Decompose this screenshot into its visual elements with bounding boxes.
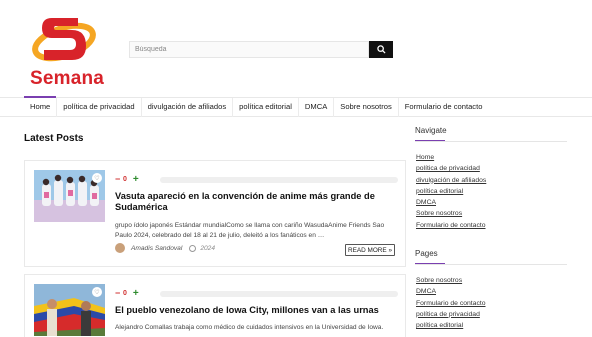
post-title[interactable]: Vasuta apareció en la convención de anim…	[115, 191, 395, 213]
nav-item-privacy[interactable]: política de privacidad	[57, 98, 142, 117]
sidebar-link[interactable]: Home	[416, 152, 486, 163]
widget-title-pages: Pages	[415, 249, 565, 265]
vote-widget: − 0 +	[115, 174, 398, 185]
post-excerpt: grupo ídolo japonés Estándar mundialComo…	[115, 222, 385, 239]
nav-item-contact[interactable]: Formulario de contacto	[399, 98, 489, 117]
avatar	[115, 243, 125, 253]
post-card: ♡ − 0 + Vasuta apareció en la convención…	[24, 160, 406, 267]
vote-down-button[interactable]: −	[115, 288, 123, 298]
post-meta: Amadis Sandoval 2024	[115, 243, 215, 253]
read-more-button[interactable]: READ MORE »	[345, 244, 395, 256]
pages-links: Sobre nosotros DMCA Formulario de contac…	[416, 275, 486, 331]
vote-up-button[interactable]: +	[133, 174, 143, 185]
vote-count: 0	[123, 289, 127, 297]
sidebar-link[interactable]: política editorial	[416, 186, 486, 197]
widget-title-text: Pages	[415, 249, 438, 258]
nav-item-dmca[interactable]: DMCA	[299, 98, 335, 117]
sidebar-link[interactable]: DMCA	[416, 286, 486, 297]
vote-bar	[160, 177, 398, 183]
sidebar-link[interactable]: Formulario de contacto	[416, 220, 486, 231]
post-thumbnail[interactable]: ♡	[34, 284, 105, 336]
sidebar-link[interactable]: política de privacidad	[416, 163, 486, 174]
vote-bar	[160, 291, 398, 297]
sidebar-link[interactable]: Sobre nosotros	[416, 275, 486, 286]
sidebar-link[interactable]: política editorial	[416, 320, 486, 331]
site-name: Semana	[30, 68, 105, 89]
vote-up-button[interactable]: +	[133, 288, 143, 299]
widget-accent	[415, 140, 445, 142]
sidebar-link[interactable]: DMCA	[416, 197, 486, 208]
post-excerpt: Alejandro Comallas trabaja como médico d…	[115, 324, 384, 331]
nav-item-affiliates[interactable]: divulgación de afiliados	[142, 98, 234, 117]
heart-icon[interactable]: ♡	[92, 173, 102, 183]
vote-widget: − 0 +	[115, 288, 398, 299]
post-author[interactable]: Amadis Sandoval	[131, 245, 182, 252]
logo-mark	[32, 18, 96, 62]
navigate-links: Home política de privacidad divulgación …	[416, 152, 486, 231]
nav-item-editorial[interactable]: política editorial	[233, 98, 299, 117]
nav-item-about[interactable]: Sobre nosotros	[334, 98, 399, 117]
vote-down-button[interactable]: −	[115, 174, 123, 184]
post-card: ♡ − 0 + El pueblo venezolano de Iowa Cit…	[24, 274, 406, 337]
clock-icon	[189, 244, 197, 252]
sidebar-link[interactable]: Formulario de contacto	[416, 298, 486, 309]
main-nav: Home política de privacidad divulgación …	[0, 96, 592, 117]
search-button[interactable]	[369, 41, 393, 58]
search-input[interactable]	[129, 41, 369, 58]
sidebar-link[interactable]: Sobre nosotros	[416, 208, 486, 219]
vote-count: 0	[123, 175, 127, 183]
post-title[interactable]: El pueblo venezolano de Iowa City, millo…	[115, 305, 395, 316]
site-logo[interactable]: Semana	[30, 12, 105, 90]
post-date: 2024	[200, 244, 215, 252]
widget-accent	[415, 263, 445, 265]
search-bar	[129, 41, 393, 58]
widget-title-text: Navigate	[415, 126, 447, 135]
sidebar-link[interactable]: divulgación de afiliados	[416, 175, 486, 186]
sidebar-link[interactable]: política de privacidad	[416, 309, 486, 320]
heart-icon[interactable]: ♡	[92, 287, 102, 297]
nav-item-home[interactable]: Home	[24, 96, 58, 117]
widget-title-navigate: Navigate	[415, 126, 565, 142]
post-thumbnail[interactable]: ♡	[34, 170, 105, 222]
section-title: Latest Posts	[24, 133, 84, 144]
search-icon	[376, 45, 386, 54]
